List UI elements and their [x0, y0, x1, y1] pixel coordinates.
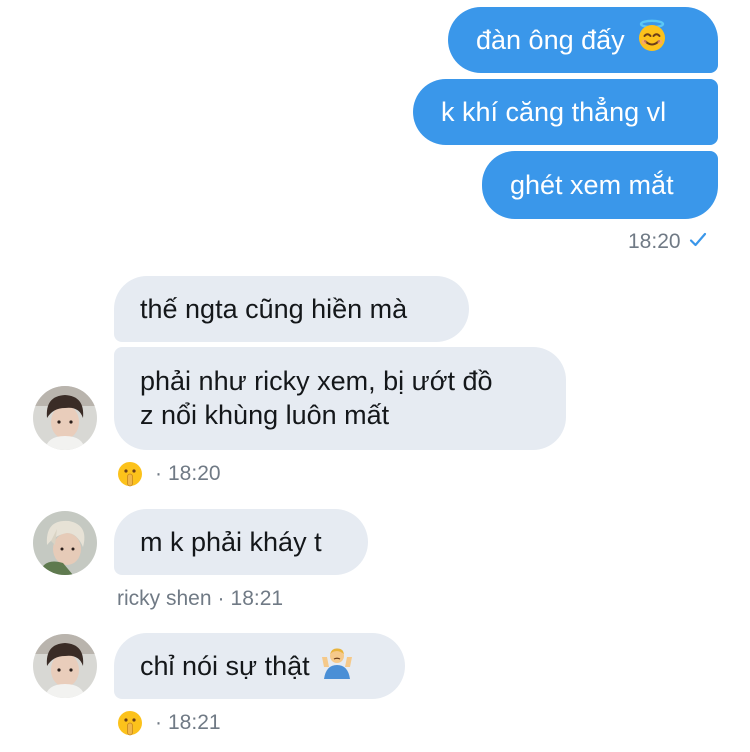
received-message-bubble[interactable]: thế ngta cũng hiền mà: [114, 276, 469, 342]
sent-message-meta: 18:20: [628, 230, 707, 254]
message-text-line: phải như ricky xem, bị ướt đồ: [140, 366, 493, 396]
avatar[interactable]: [33, 511, 97, 575]
sender-name[interactable]: ricky shen: [117, 587, 212, 611]
shushing-face-icon[interactable]: [117, 710, 143, 736]
timestamp: 18:21: [168, 711, 221, 734]
message-text: k khí căng thẳng vl: [441, 97, 667, 127]
avatar[interactable]: [33, 386, 97, 450]
received-message-bubble[interactable]: phải như ricky xem, bị ướt đồ z nổi khùn…: [114, 347, 566, 450]
received-message-meta: · 18:21: [117, 710, 221, 736]
message-text: thế ngta cũng hiền mà: [140, 294, 408, 324]
sent-message-bubble[interactable]: k khí căng thẳng vl: [413, 79, 718, 145]
smiling-face-with-halo-icon: [635, 19, 669, 61]
message-text: chỉ nói sự thật: [140, 651, 310, 681]
meta-separator: ·: [155, 711, 162, 734]
message-text: m k phải kháy t: [140, 527, 322, 557]
meta-separator: ·: [217, 587, 225, 610]
timestamp: 18:20: [168, 462, 221, 485]
meta-separator: ·: [155, 462, 162, 485]
sent-message-bubble[interactable]: ghét xem mắt: [482, 151, 718, 219]
person-shrugging-icon: [320, 645, 354, 687]
received-message-bubble[interactable]: chỉ nói sự thật: [114, 633, 405, 699]
message-text-line: z nổi khùng luôn mất: [140, 400, 390, 430]
shushing-face-icon[interactable]: [117, 461, 143, 487]
timestamp: 18:21: [230, 587, 284, 610]
avatar[interactable]: [33, 634, 97, 698]
received-message-bubble[interactable]: m k phải kháy t: [114, 509, 368, 575]
message-text: đàn ông đấy: [476, 25, 625, 55]
received-message-meta: · 18:20: [117, 461, 221, 487]
sent-message-bubble[interactable]: đàn ông đấy: [448, 7, 718, 73]
read-check-icon: [689, 230, 707, 254]
message-text: ghét xem mắt: [510, 170, 674, 200]
received-message-meta: ricky shen · 18:21: [117, 587, 283, 611]
timestamp: 18:20: [628, 230, 681, 253]
